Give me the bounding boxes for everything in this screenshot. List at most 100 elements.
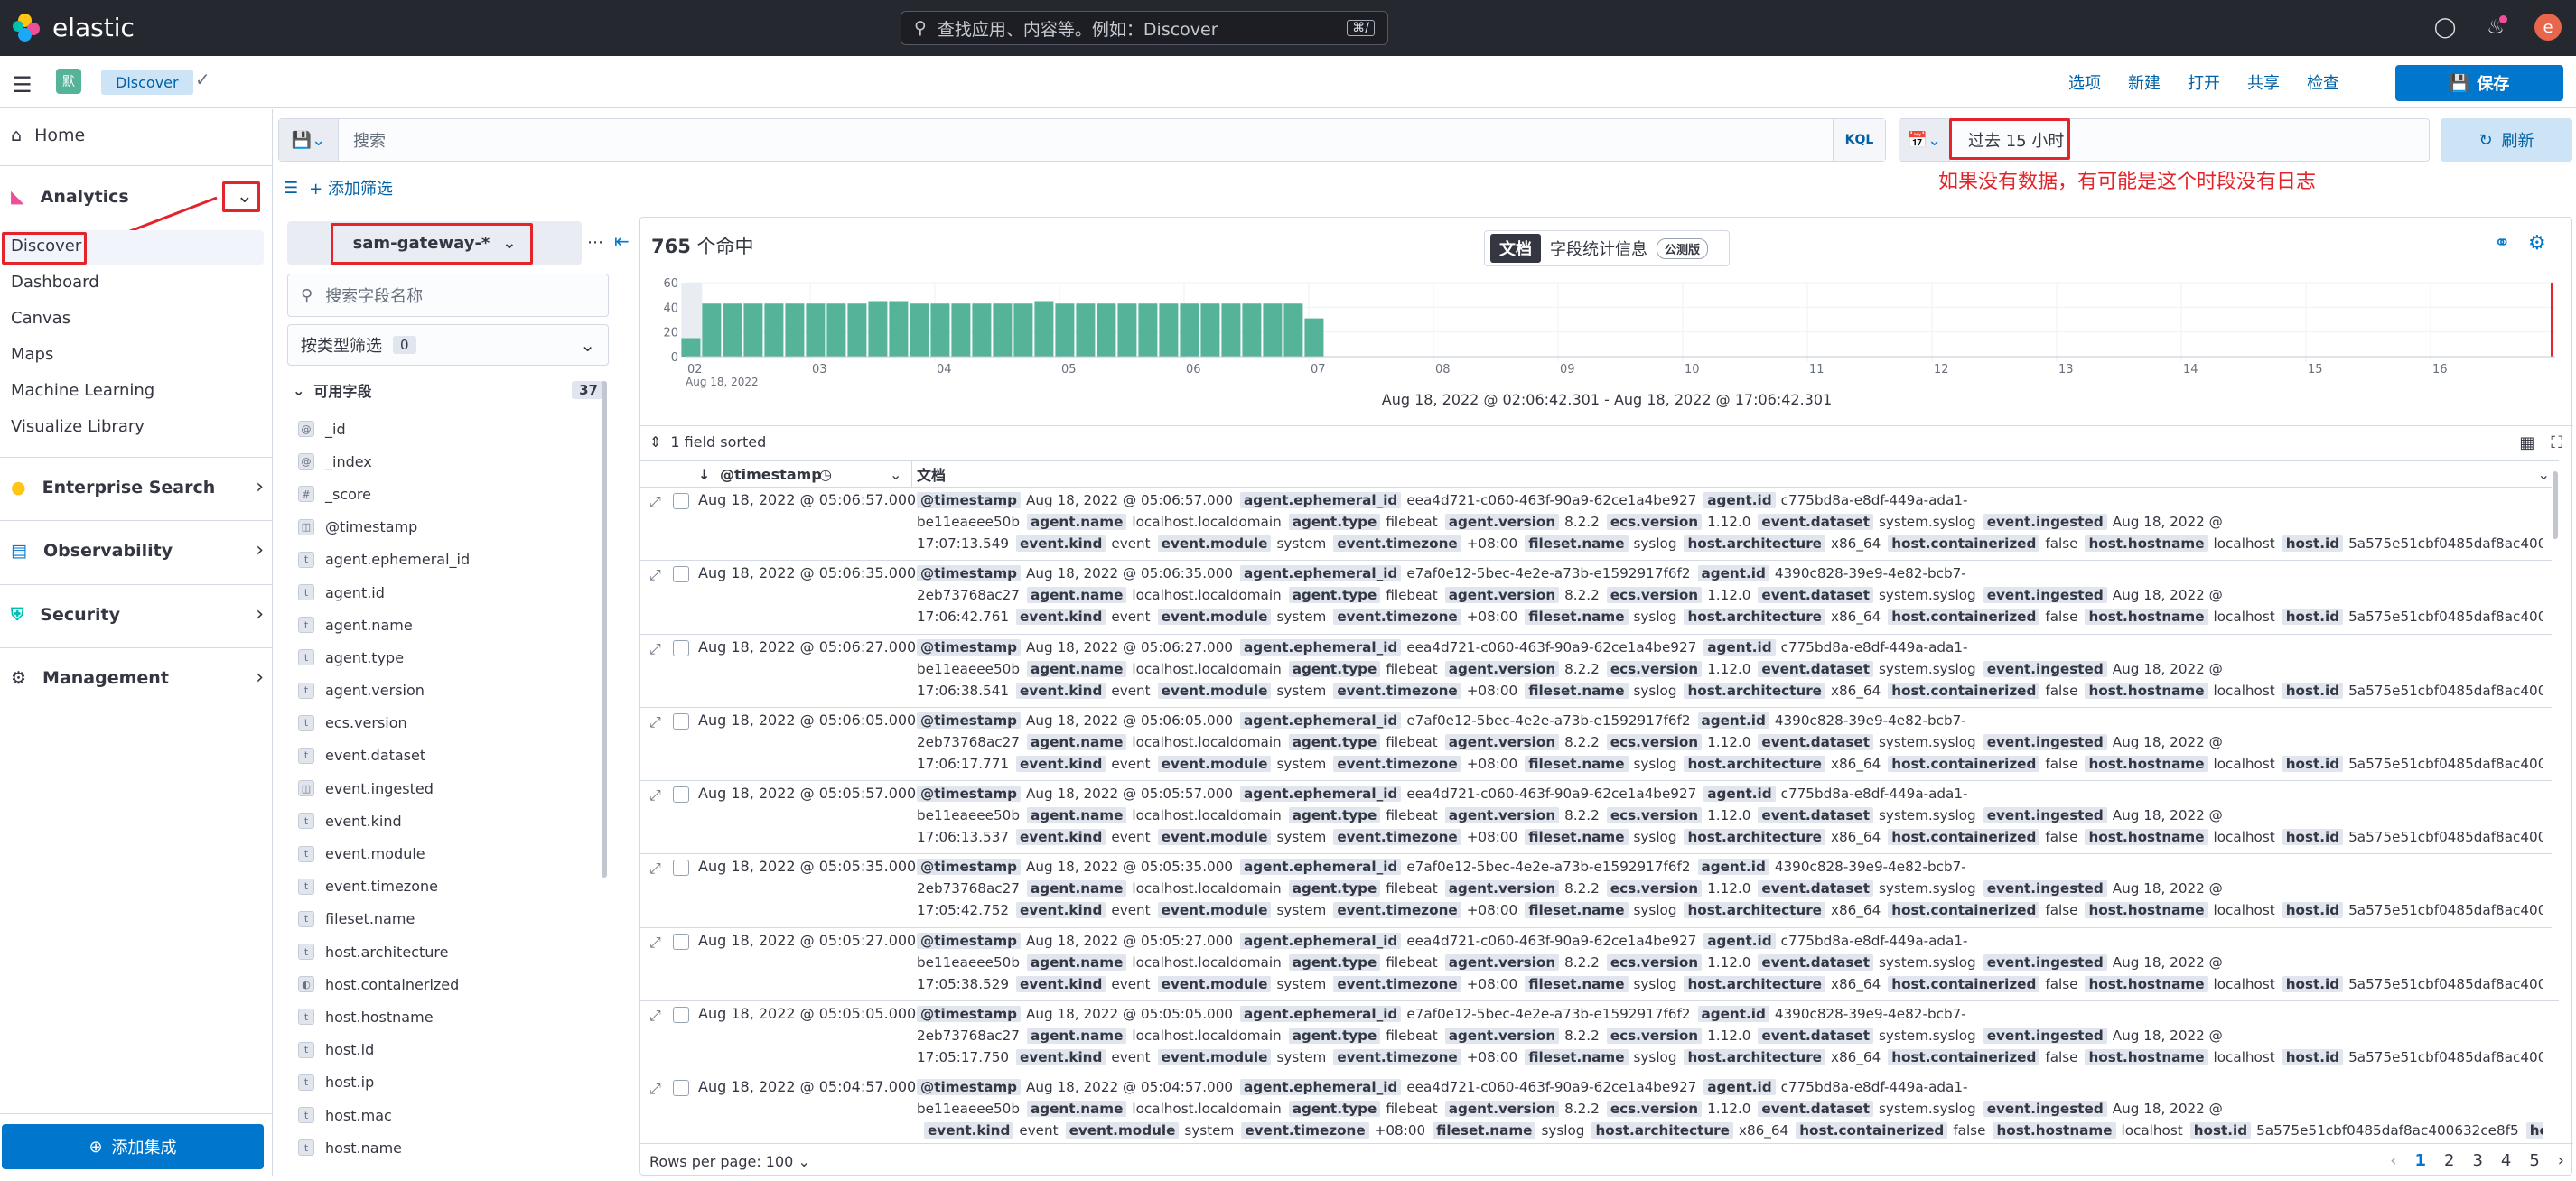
row-checkbox[interactable] <box>673 1080 689 1097</box>
field-item[interactable]: t host.id <box>298 1034 596 1066</box>
table-row[interactable]: ⤢ Aug 18, 2022 @ 05:06:05.000 @timestamp Au… <box>640 708 2559 782</box>
fields-scrollbar[interactable] <box>602 381 607 878</box>
nav-group-management[interactable]: ⚙ Management › <box>11 666 264 689</box>
row-checkbox[interactable] <box>673 1007 689 1024</box>
table-scrollbar[interactable] <box>2552 471 2559 959</box>
add-integrations-button[interactable]: ⊕ 添加集成 <box>2 1124 264 1169</box>
field-search-input[interactable]: ⚲ 搜索字段名称 <box>287 274 609 317</box>
histogram-bar[interactable] <box>1263 303 1283 357</box>
table-row[interactable]: ⤢ Aug 18, 2022 @ 05:05:05.000 @timestamp Au… <box>640 1001 2559 1075</box>
field-item[interactable]: t agent.name <box>298 609 596 641</box>
calendar-quick-menu[interactable]: 📅 ⌄ <box>1899 119 1950 161</box>
chevron-down-icon[interactable]: ⌄ <box>890 466 901 483</box>
new-link[interactable]: 新建 <box>2128 70 2161 94</box>
histogram-bar[interactable] <box>1097 303 1116 357</box>
filter-icon[interactable]: ☰ <box>284 179 298 198</box>
row-checkbox[interactable] <box>673 712 689 730</box>
table-row[interactable]: ⤢ Aug 18, 2022 @ 05:06:35.000 @timestamp Au… <box>640 561 2559 635</box>
table-row[interactable]: ⤢ Aug 18, 2022 @ 05:06:57.000 @timestamp Au… <box>640 488 2559 562</box>
histogram-bar[interactable] <box>1034 301 1054 358</box>
kql-toggle[interactable]: KQL <box>1833 119 1885 161</box>
save-button[interactable]: 💾 保存 <box>2395 65 2563 101</box>
space-avatar[interactable]: 默 <box>56 69 81 94</box>
expand-row-icon[interactable]: ⤢ <box>649 934 661 952</box>
field-item[interactable]: @ _id <box>298 413 596 445</box>
nav-home[interactable]: ⌂ Home <box>11 126 85 145</box>
nav-group-enterprise-search[interactable]: ● Enterprise Search › <box>11 476 264 498</box>
field-item[interactable]: t fileset.name <box>298 903 596 935</box>
chevron-down-icon[interactable]: ⌄ <box>2538 466 2550 483</box>
expand-row-icon[interactable]: ⤢ <box>649 640 661 658</box>
histogram-bar[interactable] <box>930 303 950 357</box>
field-item[interactable]: t agent.id <box>298 576 596 609</box>
field-item[interactable]: t ecs.version <box>298 707 596 739</box>
field-item[interactable]: t event.kind <box>298 804 596 837</box>
histogram-bar[interactable] <box>1283 303 1303 357</box>
histogram-bar[interactable] <box>993 303 1013 357</box>
field-item[interactable]: t event.timezone <box>298 870 596 903</box>
histogram-bar[interactable] <box>681 338 701 358</box>
histogram-bar[interactable] <box>723 303 742 357</box>
nav-item-machine-learning[interactable]: Machine Learning <box>11 381 154 400</box>
histogram-bar[interactable] <box>1180 303 1199 357</box>
expand-row-icon[interactable]: ⤢ <box>649 493 661 511</box>
inspect-link[interactable]: 检查 <box>2307 70 2339 94</box>
field-item[interactable]: t host.name <box>298 1131 596 1164</box>
field-item[interactable]: t event.dataset <box>298 739 596 772</box>
more-options-icon[interactable]: ⋯ <box>587 233 603 252</box>
row-checkbox[interactable] <box>673 639 689 656</box>
share-link[interactable]: 共享 <box>2247 70 2280 94</box>
nav-group-observability[interactable]: ▤ Observability › <box>11 539 264 562</box>
table-row[interactable]: ⤢ Aug 18, 2022 @ 05:06:27.000 @timestamp Au… <box>640 635 2559 708</box>
histogram-bar[interactable] <box>1304 318 1324 357</box>
expand-row-icon[interactable]: ⤢ <box>649 566 661 584</box>
field-item[interactable]: t event.module <box>298 837 596 869</box>
nav-item-maps[interactable]: Maps <box>11 345 53 364</box>
expand-row-icon[interactable]: ⤢ <box>649 860 661 878</box>
histogram-bar[interactable] <box>972 303 992 357</box>
elastic-logo[interactable]: elastic <box>13 13 135 42</box>
histogram-bar[interactable] <box>951 303 971 357</box>
table-row[interactable]: ⤢ Aug 18, 2022 @ 05:05:35.000 @timestamp Au… <box>640 854 2559 928</box>
field-item[interactable]: ◫ @timestamp <box>298 511 596 544</box>
field-item[interactable]: t agent.version <box>298 674 596 707</box>
histogram-bar[interactable] <box>889 301 909 358</box>
nav-item-visualize-library[interactable]: Visualize Library <box>11 417 145 436</box>
histogram-bar[interactable] <box>1200 303 1220 357</box>
histogram-bar[interactable] <box>1138 303 1158 357</box>
table-row[interactable]: ⤢ Aug 18, 2022 @ 05:04:57.000 @timestamp Au… <box>640 1074 2559 1148</box>
histogram-bar[interactable] <box>1221 303 1241 357</box>
expand-row-icon[interactable]: ⤢ <box>649 1007 661 1025</box>
field-item[interactable]: ◐ host.containerized <box>298 968 596 1000</box>
sort-indicator[interactable]: ⇕ 1 field sorted <box>649 433 766 451</box>
breadcrumb[interactable]: Discover <box>101 70 193 95</box>
open-link[interactable]: 打开 <box>2188 70 2220 94</box>
histogram-bar[interactable] <box>702 303 722 357</box>
expand-row-icon[interactable]: ⤢ <box>649 713 661 731</box>
page-link[interactable]: 4 <box>2501 1151 2511 1170</box>
row-checkbox[interactable] <box>673 860 689 877</box>
rows-per-page[interactable]: Rows per page: 100 ⌄ <box>649 1153 810 1170</box>
available-fields-header[interactable]: ⌄ 可用字段 37 <box>293 379 605 401</box>
fullscreen-icon[interactable]: ⛶ <box>2551 433 2562 452</box>
field-item[interactable]: # _score <box>298 478 596 510</box>
histogram-bar[interactable] <box>1242 303 1262 357</box>
newsfeed-icon[interactable]: ♨ <box>2484 15 2507 39</box>
column-icon[interactable]: ▦ <box>2519 433 2534 452</box>
col-header-timestamp[interactable]: @timestamp <box>720 466 822 483</box>
nav-item-dashboard[interactable]: Dashboard <box>11 273 99 292</box>
filter-by-type-button[interactable]: 按类型筛选 0 ⌄ <box>287 324 609 366</box>
histogram-bar[interactable] <box>847 303 867 357</box>
row-checkbox[interactable] <box>673 493 689 509</box>
prev-page-icon[interactable]: ‹ <box>2390 1151 2396 1170</box>
sort-desc-icon[interactable]: ↓ <box>698 466 710 483</box>
table-row[interactable]: ⤢ Aug 18, 2022 @ 05:05:57.000 @timestamp Au… <box>640 781 2559 855</box>
histogram-bar[interactable] <box>743 303 763 357</box>
next-page-icon[interactable]: › <box>2558 1151 2564 1170</box>
field-item[interactable]: t host.hostname <box>298 1000 596 1033</box>
row-checkbox[interactable] <box>673 566 689 583</box>
global-search-input[interactable]: ⚲ 查找应用、内容等。例如：Discover ⌘/ <box>901 11 1388 45</box>
add-filter-link[interactable]: + 添加筛选 <box>309 176 393 200</box>
options-link[interactable]: 选项 <box>2068 70 2101 94</box>
row-checkbox[interactable] <box>673 933 689 950</box>
